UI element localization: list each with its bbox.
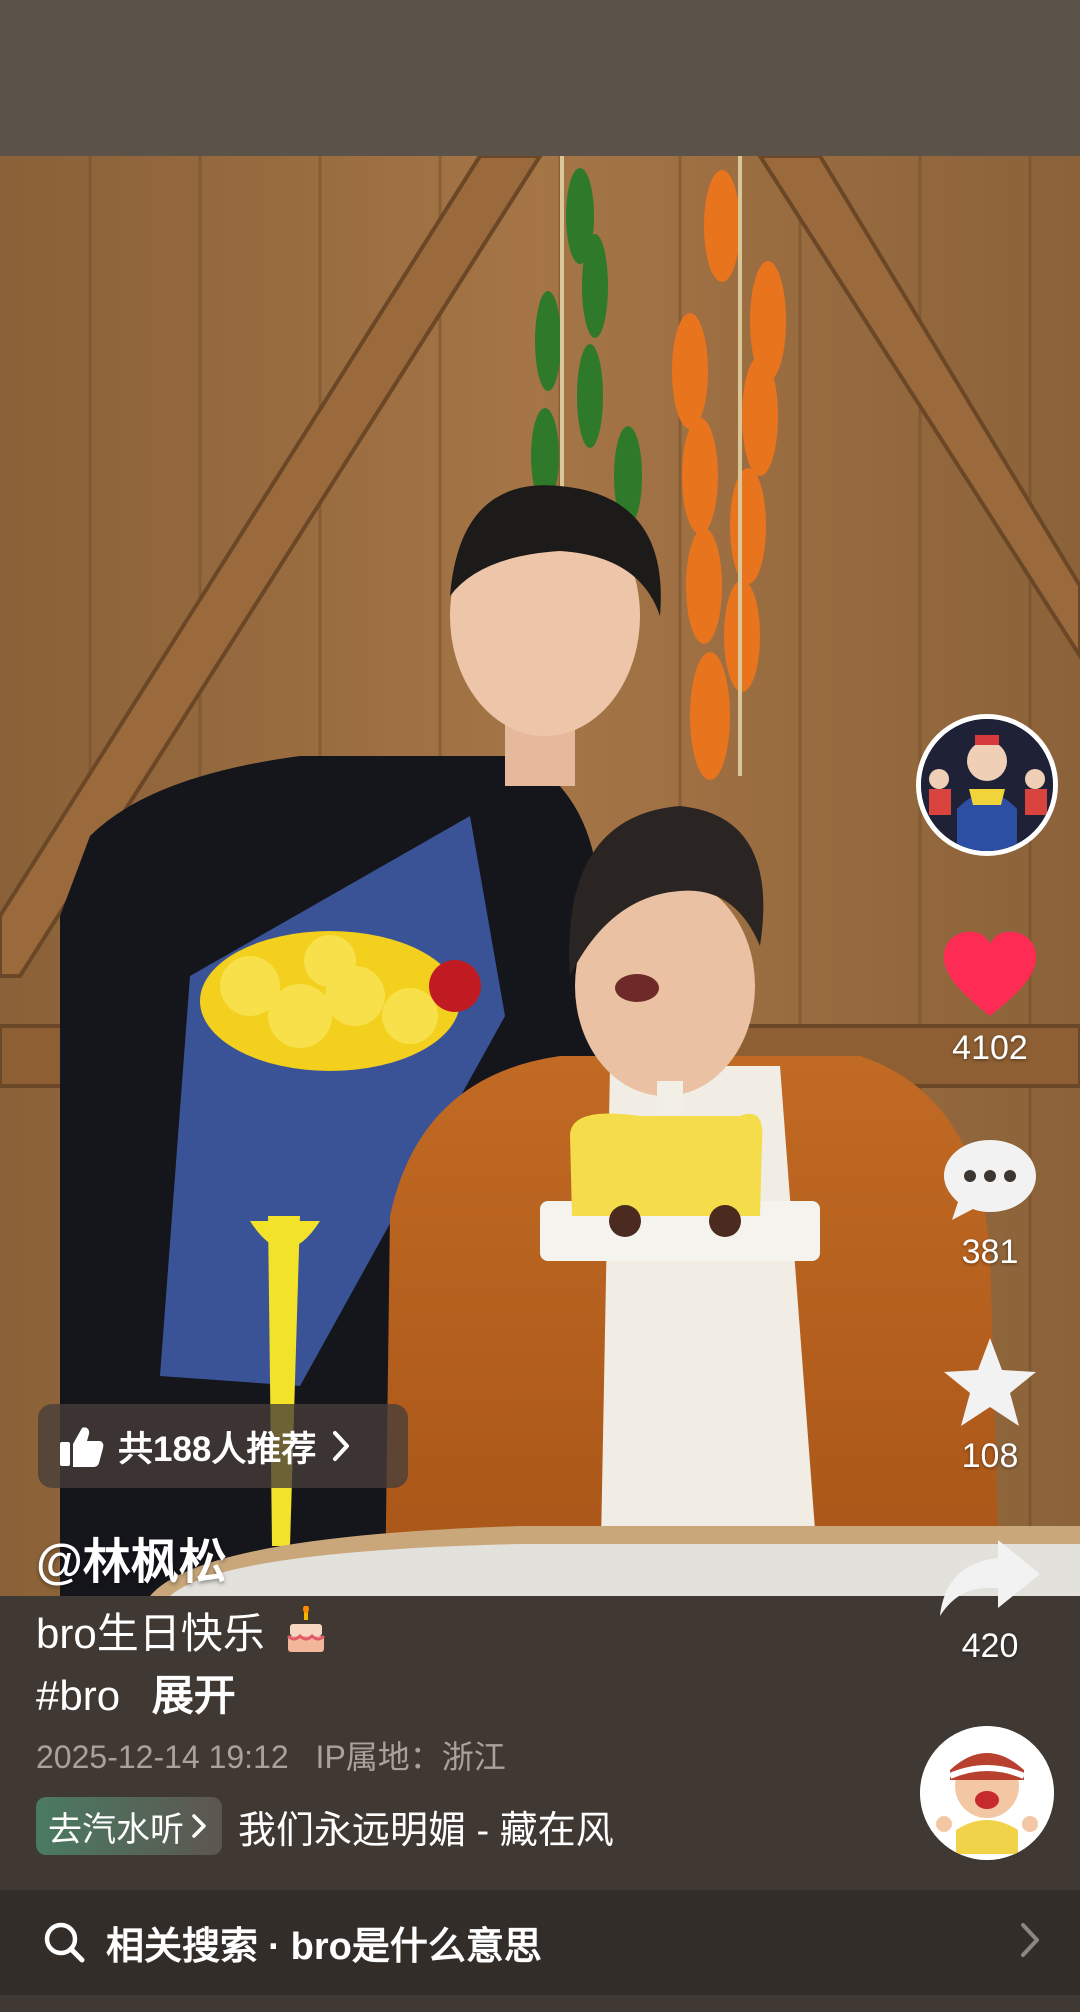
star-icon bbox=[944, 1338, 1036, 1426]
related-search-label: 相关搜索 · bro是什么意思 bbox=[106, 1915, 542, 1970]
chevron-right-icon bbox=[192, 1814, 206, 1838]
music-chip[interactable]: 去汽水听 bbox=[36, 1797, 222, 1855]
music-disc-image bbox=[920, 1726, 1054, 1860]
like-button[interactable]: 4102 bbox=[920, 930, 1060, 1068]
hashtag-bro[interactable]: #bro bbox=[36, 1672, 120, 1719]
birthday-cake-emoji bbox=[287, 1605, 326, 1652]
video-frame[interactable] bbox=[0, 156, 1080, 1596]
music-chip-label: 去汽水听 bbox=[48, 1810, 184, 1849]
heart-icon bbox=[943, 931, 1037, 1016]
tags-row: #bro 展开 bbox=[36, 1662, 236, 1723]
post-meta: 2025-12-14 19:12 IP属地：浙江 bbox=[36, 1732, 506, 1778]
caption-text: bro生日快乐 bbox=[36, 1610, 265, 1657]
author-name[interactable]: @林枫松 bbox=[36, 1522, 227, 1592]
expand-button[interactable]: 展开 bbox=[152, 1672, 236, 1719]
comment-bubble-icon bbox=[944, 1140, 1036, 1220]
music-row: 去汽水听 我们永远明媚 - 藏在风 bbox=[36, 1796, 658, 1856]
favorite-count: 108 bbox=[961, 1437, 1019, 1475]
author-avatar-image bbox=[921, 719, 1053, 851]
ip-location: IP属地：浙江 bbox=[315, 1739, 506, 1775]
like-count: 4102 bbox=[952, 1029, 1028, 1067]
chevron-right-icon bbox=[333, 1431, 350, 1461]
related-search-separator: · bbox=[268, 1925, 281, 1968]
top-band bbox=[0, 0, 1080, 156]
recommend-label: 共188人推荐 bbox=[118, 1429, 317, 1469]
thumbs-up-icon bbox=[60, 1427, 104, 1467]
music-title[interactable]: 我们永远明媚 - 藏在风 bbox=[238, 1799, 658, 1854]
comment-button[interactable]: 381 bbox=[920, 1134, 1060, 1272]
share-arrow-icon bbox=[940, 1540, 1040, 1616]
comment-count: 381 bbox=[961, 1233, 1019, 1271]
caption: bro生日快乐 bbox=[36, 1600, 328, 1661]
favorite-button[interactable]: 108 bbox=[920, 1336, 1060, 1476]
share-button[interactable]: 420 bbox=[920, 1538, 1060, 1666]
author-avatar[interactable] bbox=[916, 714, 1058, 856]
post-date: 2025-12-14 19:12 bbox=[36, 1739, 289, 1775]
recommend-pill[interactable]: 共188人推荐 bbox=[38, 1404, 408, 1488]
related-search-query: bro是什么意思 bbox=[290, 1925, 542, 1968]
chevron-right-icon bbox=[1021, 1923, 1039, 1957]
related-search-bar[interactable]: 相关搜索 · bro是什么意思 bbox=[42, 1910, 1042, 1974]
related-search-prefix: 相关搜索 bbox=[106, 1925, 259, 1968]
search-icon bbox=[44, 1922, 85, 1963]
share-count: 420 bbox=[961, 1627, 1019, 1665]
music-disc-avatar[interactable] bbox=[920, 1726, 1054, 1860]
